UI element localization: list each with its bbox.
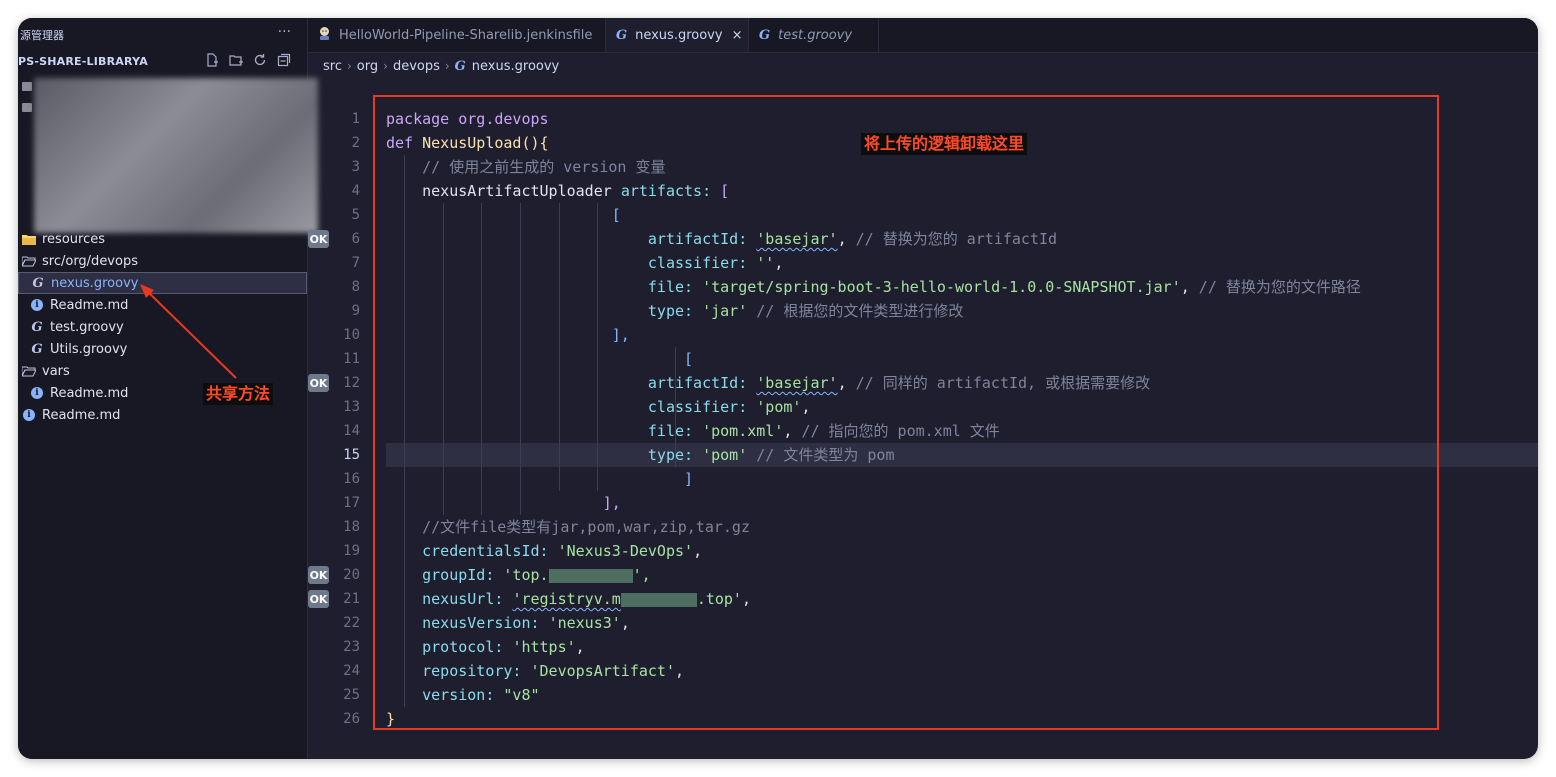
- tree-item-label: resources: [42, 231, 106, 247]
- workspace-folder-name[interactable]: PS-SHARE-LIBRARYA: [18, 55, 148, 68]
- tree-item-src-org-devops[interactable]: src/org/devops: [18, 250, 311, 272]
- tree-item-label: Readme.md: [50, 385, 129, 401]
- tab-bar: HelloWorld-Pipeline-Sharelib.jenkinsfile…: [308, 18, 1538, 53]
- line-number: 24: [343, 663, 360, 679]
- tree-item-label: Readme.md: [50, 297, 129, 313]
- tree-item-root-readme[interactable]: i Readme.md: [18, 404, 311, 426]
- tab-label: test.groovy: [778, 27, 853, 43]
- tree-item-resources[interactable]: resources: [18, 228, 311, 250]
- ok-badge[interactable]: OK: [308, 590, 329, 608]
- groovy-file-icon: G: [454, 58, 466, 74]
- tree-item-label: Utils.groovy: [50, 341, 128, 357]
- breadcrumb-item[interactable]: src: [323, 59, 342, 74]
- tab-label: HelloWorld-Pipeline-Sharelib.jenkinsfile: [339, 27, 593, 43]
- groovy-file-icon: G: [759, 27, 771, 43]
- line-number: 3: [351, 159, 360, 175]
- collapse-all-icon[interactable]: [276, 52, 292, 68]
- chevron-right-icon: ›: [346, 59, 352, 73]
- arrow-annotation-note: 共享方法: [203, 383, 274, 405]
- line-number: 26: [343, 711, 360, 727]
- line-number: 10: [343, 327, 360, 343]
- info-icon: i: [23, 409, 35, 421]
- redacted-file-list: [34, 78, 318, 233]
- redacted-icon: [22, 82, 32, 91]
- tree-item-label: test.groovy: [50, 319, 124, 335]
- tree-item-label: nexus.groovy: [51, 275, 139, 291]
- highlight-box: [373, 95, 1439, 730]
- explorer-title: 源管理器: [20, 29, 64, 42]
- info-icon: i: [31, 387, 43, 399]
- groovy-file-icon: G: [32, 275, 44, 291]
- tab-test-groovy[interactable]: G test.groovy: [749, 18, 879, 52]
- redacted-icon: [22, 103, 32, 112]
- folder-open-icon: [22, 254, 36, 268]
- tree-item-vars-readme[interactable]: i Readme.md: [18, 382, 319, 404]
- line-number: 1: [351, 111, 360, 127]
- line-number: 11: [343, 351, 360, 367]
- line-number: 22: [343, 615, 360, 631]
- line-number: 9: [351, 303, 360, 319]
- new-file-icon[interactable]: [204, 52, 220, 68]
- tab-label: nexus.groovy: [635, 27, 723, 43]
- line-number: 7: [351, 255, 360, 271]
- tab-jenkinsfile[interactable]: HelloWorld-Pipeline-Sharelib.jenkinsfile: [308, 18, 606, 52]
- tab-nexus-groovy[interactable]: G nexus.groovy ×: [606, 18, 749, 52]
- line-number: 8: [351, 279, 360, 295]
- line-number: 17: [343, 495, 360, 511]
- line-number: 13: [343, 399, 360, 415]
- line-number: 16: [343, 471, 360, 487]
- line-number: 23: [343, 639, 360, 655]
- breadcrumb-item[interactable]: org: [357, 59, 378, 74]
- ok-badge[interactable]: OK: [308, 374, 329, 392]
- folder-open-icon: [22, 364, 36, 378]
- line-number: 2: [351, 135, 360, 151]
- more-actions-icon[interactable]: ···: [278, 24, 291, 40]
- jenkins-icon: [318, 26, 331, 44]
- tree-item-label: Readme.md: [42, 407, 121, 423]
- line-number: 18: [343, 519, 360, 535]
- ok-badge[interactable]: OK: [308, 230, 329, 248]
- line-number: 25: [343, 687, 360, 703]
- new-folder-icon[interactable]: [228, 52, 244, 68]
- tree-item-label: src/org/devops: [42, 253, 138, 269]
- groovy-file-icon: G: [616, 27, 628, 43]
- tree-item-label: vars: [42, 363, 70, 379]
- refresh-icon[interactable]: [252, 52, 268, 68]
- chevron-right-icon: ›: [383, 59, 388, 73]
- explorer-actions: [204, 52, 292, 68]
- annotation-arrow-icon: [140, 284, 237, 379]
- folder-icon: [22, 232, 36, 246]
- groovy-file-icon: G: [31, 341, 43, 357]
- breadcrumb-item[interactable]: devops: [393, 59, 440, 74]
- line-number: 4: [351, 183, 360, 199]
- ok-badge[interactable]: OK: [308, 566, 329, 584]
- line-number: 19: [343, 543, 360, 559]
- chevron-right-icon: ›: [444, 59, 450, 73]
- line-number: 14: [343, 423, 360, 439]
- close-icon[interactable]: ×: [732, 28, 743, 43]
- breadcrumb: src › org › devops › G nexus.groovy: [323, 55, 559, 77]
- box-annotation-note: 将上传的逻辑卸载这里: [861, 133, 1028, 155]
- breadcrumb-item[interactable]: nexus.groovy: [472, 59, 559, 74]
- line-number-current: 15: [343, 447, 360, 463]
- info-icon: i: [31, 299, 43, 311]
- line-number: 5: [351, 207, 360, 223]
- groovy-file-icon: G: [31, 319, 43, 335]
